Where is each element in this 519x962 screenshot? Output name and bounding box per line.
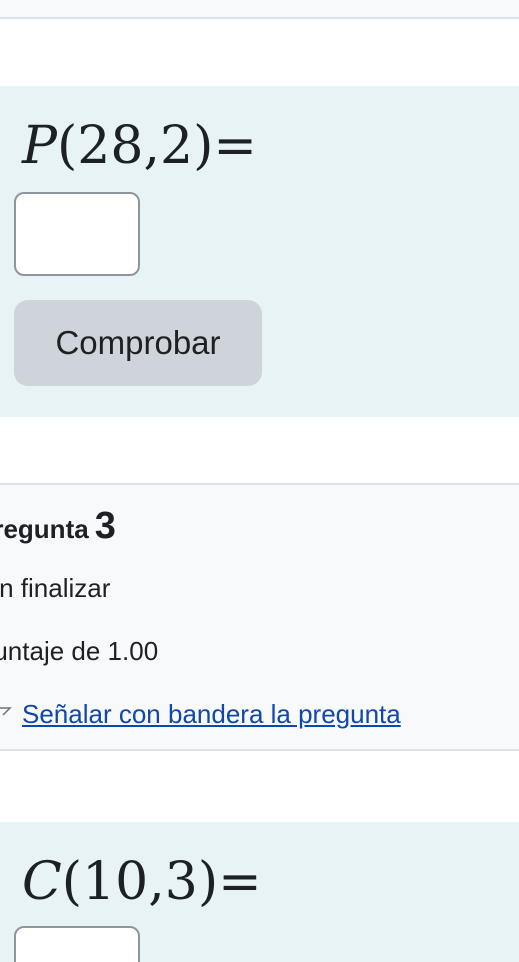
previous-question-info-panel (0, 0, 519, 19)
question-3-formulation: C(10,3)= (0, 822, 519, 962)
flag-question-control[interactable]: Señalar con bandera la pregunta (0, 699, 401, 730)
question-state: Sin finalizar (0, 573, 111, 603)
flag-question-link[interactable]: Señalar con bandera la pregunta (22, 699, 401, 730)
question-label: Pregunta (0, 514, 89, 544)
question-2-formulation: P(28,2)= Comprobar (0, 86, 519, 417)
question-grade: Puntaje de 1.00 (0, 636, 159, 666)
question-3-math-variable: C (22, 852, 62, 912)
quiz-page: P(28,2)= Comprobar Pregunta3 Sin finaliz… (0, 0, 519, 962)
question-3-expression: C(10,3)= (22, 856, 262, 908)
question-number-value: 3 (94, 505, 116, 547)
question-2-math-arguments: (28,2)= (57, 116, 257, 176)
question-2-answer-input[interactable] (14, 192, 140, 276)
flag-icon[interactable] (0, 705, 14, 725)
question-3-answer-input[interactable] (14, 926, 140, 962)
question-number: Pregunta3 (0, 507, 116, 545)
question-2-math-variable: P (22, 116, 57, 176)
check-button[interactable]: Comprobar (14, 300, 262, 386)
question-3-math-arguments: (10,3)= (61, 852, 262, 912)
question-2-expression: P(28,2)= (22, 120, 257, 172)
question-3-info-panel: Pregunta3 Sin finalizar Puntaje de 1.00 … (0, 483, 519, 751)
